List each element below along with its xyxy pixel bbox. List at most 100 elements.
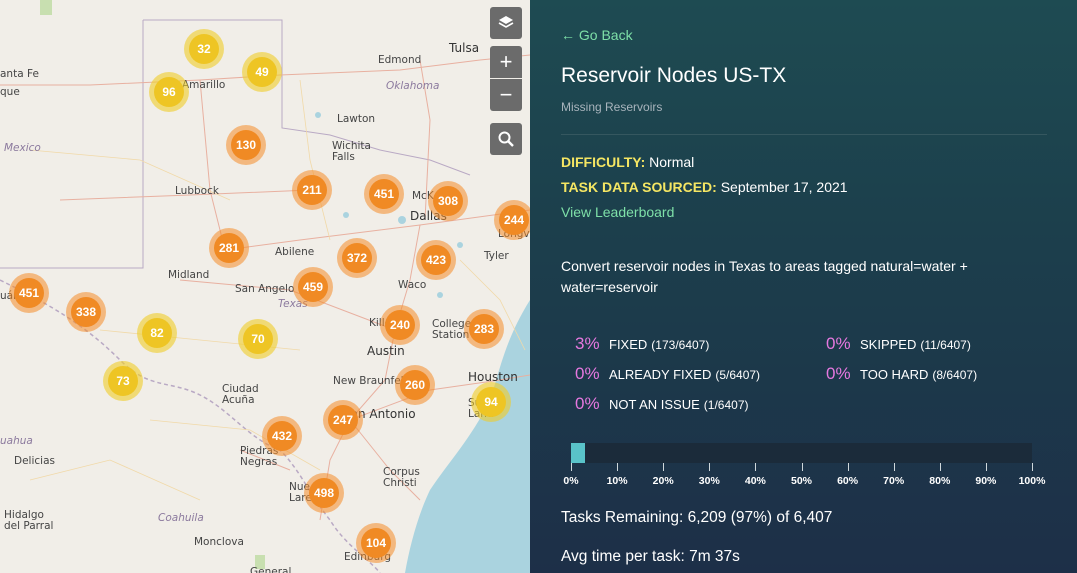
task-cluster-marker[interactable]: 73 [103,361,143,401]
task-cluster-marker[interactable]: 70 [238,319,278,359]
stat-count: (8/6407) [932,368,978,382]
map-place-label: Tulsa [449,41,480,55]
zoom-in-button[interactable]: + [490,46,522,78]
cluster-count: 459 [298,272,328,302]
stat-count: (1/6407) [703,398,749,412]
progress-fill [571,443,585,463]
progress-tick [893,463,895,471]
task-cluster-marker[interactable]: 283 [464,309,504,349]
task-cluster-marker[interactable]: 459 [293,267,333,307]
progress-bar [571,443,1032,463]
progress-tick [755,463,757,471]
cluster-count: 260 [400,370,430,400]
cluster-count: 96 [154,77,184,107]
challenge-subtitle: Missing Reservoirs [561,100,663,114]
progress-tick [939,463,941,471]
cluster-count: 240 [385,310,415,340]
progress-tick-label: 30% [698,475,720,487]
task-cluster-marker[interactable]: 372 [337,238,377,278]
stat-skipped: 0% SKIPPED (11/6407) [826,334,971,354]
task-cluster-marker[interactable]: 94 [471,382,511,422]
stat-percent: 0% [826,364,851,383]
stat-percent: 0% [575,364,600,383]
cluster-count: 451 [369,179,399,209]
task-cluster-marker[interactable]: 244 [494,200,530,240]
difficulty-row: DIFFICULTY: Normal [561,154,694,170]
layers-button[interactable] [490,7,522,39]
difficulty-value: Normal [649,154,695,170]
search-icon [498,131,514,147]
layers-icon [498,16,514,28]
zoom-out-button[interactable]: − [490,79,522,111]
task-cluster-marker[interactable]: 281 [209,228,249,268]
challenge-panel: ← Go Back Reservoir Nodes US-TX Missing … [530,0,1077,573]
go-back-link[interactable]: ← Go Back [561,27,633,43]
map-place-label: Coahuila [158,512,204,524]
progress-tick-label: 100% [1018,475,1046,487]
progress-tick-label: 10% [606,475,628,487]
cluster-count: 451 [14,278,44,308]
tasks-remaining: Tasks Remaining: 6,209 (97%) of 6,407 [561,509,833,526]
progress-axis: 0% 10% 20% 30% 40% 50% 60% 70% 80% 90% 100% [563,463,1045,487]
map-place-label: Corpus Christi [383,466,420,489]
cluster-count: 247 [328,405,358,435]
cluster-count: 498 [309,478,339,508]
map-place-label: Austin [367,344,405,358]
stat-label: ALREADY FIXED [609,367,712,382]
cluster-count: 94 [476,387,506,417]
map-place-label: Hidalgo del Parral [4,509,54,532]
progress-tick-label: 70% [883,475,905,487]
progress-tick-label: 50% [790,475,813,487]
map-place-label: Oklahoma [386,80,440,92]
task-cluster-marker[interactable]: 240 [380,305,420,345]
challenge-title: Reservoir Nodes US-TX [561,64,787,87]
task-cluster-marker[interactable]: 451 [364,174,404,214]
cluster-count: 244 [499,205,529,235]
progress-tick [801,463,803,471]
stat-not-an-issue: 0% NOT AN ISSUE (1/6407) [575,394,749,414]
cluster-count: 432 [267,421,297,451]
task-cluster-marker[interactable]: 338 [66,292,106,332]
stat-fixed: 3% FIXED (173/6407) [575,334,709,354]
stat-already-fixed: 0% ALREADY FIXED (5/6407) [575,364,760,384]
map-place-label: Edmond [378,54,422,66]
task-cluster-marker[interactable]: 96 [149,72,189,112]
stat-count: (173/6407) [651,338,710,352]
map-place-label: Lubbock [175,185,219,197]
map-place-label: General [250,566,292,573]
map-place-label: Monclova [194,536,244,548]
avg-time-per-task: Avg time per task: 7m 37s [561,548,740,565]
progress-tick [571,463,572,471]
task-cluster-marker[interactable]: 49 [242,52,282,92]
task-cluster-marker[interactable]: 104 [356,523,396,563]
search-button[interactable] [490,123,522,155]
cluster-count: 32 [189,34,219,64]
progress-tick-label: 20% [652,475,674,487]
task-cluster-marker[interactable]: 498 [304,473,344,513]
map-place-label: Mexico [4,142,41,154]
task-cluster-marker[interactable]: 247 [323,400,363,440]
map-place-label: Midland [168,269,210,281]
task-cluster-marker[interactable]: 308 [428,181,468,221]
task-cluster-marker[interactable]: 423 [416,240,456,280]
task-cluster-marker[interactable]: 211 [292,170,332,210]
stat-count: (11/6407) [920,338,971,352]
progress-tick-label: 40% [744,475,766,487]
progress-tick [985,463,987,471]
progress-tick [617,463,619,471]
task-cluster-marker[interactable]: 32 [184,29,224,69]
task-cluster-marker[interactable]: 130 [226,125,266,165]
task-cluster-marker[interactable]: 260 [395,365,435,405]
view-leaderboard-link[interactable]: View Leaderboard [561,204,674,220]
task-cluster-marker[interactable]: 82 [137,313,177,353]
stat-label: FIXED [609,337,648,352]
task-cluster-marker[interactable]: 451 [9,273,49,313]
progress-tick-label: 0% [563,475,579,487]
cluster-count: 372 [342,243,372,273]
stat-label: NOT AN ISSUE [609,397,700,412]
stat-percent: 3% [575,334,600,353]
map-place-label: Lawton [337,113,376,125]
divider [561,134,1047,135]
task-cluster-marker[interactable]: 432 [262,416,302,456]
map-view[interactable]: Tulsa Edmond Oklahoma Amarillo Lawton Wichita… [0,0,530,573]
